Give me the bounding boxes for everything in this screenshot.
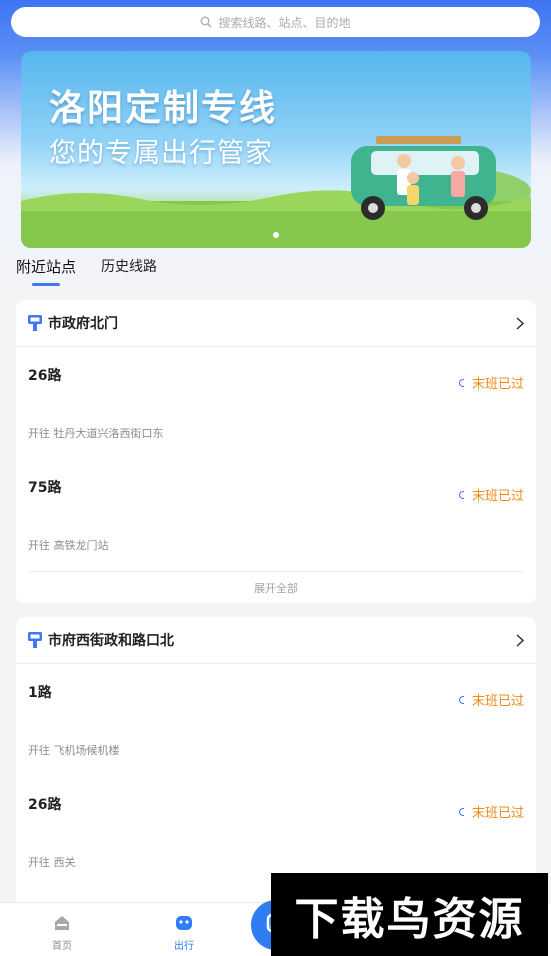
tab-history-routes[interactable]: 历史线路 bbox=[101, 256, 157, 286]
tab-home-label: 首页 bbox=[52, 941, 72, 952]
tab-travel[interactable]: 出行 bbox=[164, 915, 204, 952]
search-bar[interactable]: 搜索线路、站点、目的地 bbox=[11, 7, 540, 37]
route-direction: 开往 牡丹大道兴洛西街口东 bbox=[28, 427, 164, 440]
route-item[interactable]: 75路 末班已过 开往 高铁龙门站 bbox=[28, 459, 524, 571]
watermark: 下载鸟资源 bbox=[271, 873, 548, 956]
search-icon bbox=[200, 16, 212, 28]
route-item[interactable]: 26路 末班已过 开往 牡丹大道兴洛西街口东 bbox=[28, 347, 524, 459]
station-card: 市政府北门 26路 末班已过 开往 牡丹大道兴洛西街口东 75路 末班已过 开往… bbox=[16, 300, 536, 603]
station-card: 市府西街政和路口北 1路 末班已过 开往 飞机场候机楼 26路 末班已过 开往 … bbox=[16, 617, 536, 907]
tab-travel-label: 出行 bbox=[174, 941, 194, 952]
route-name: 26路 bbox=[28, 797, 62, 813]
station-header[interactable]: 市府西街政和路口北 bbox=[16, 617, 536, 664]
route-status: 末班已过 bbox=[458, 690, 524, 709]
route-item[interactable]: 1路 末班已过 开往 飞机场候机楼 bbox=[28, 664, 524, 776]
home-icon bbox=[55, 916, 69, 930]
search-placeholder: 搜索线路、站点、目的地 bbox=[218, 15, 351, 30]
route-name: 1路 bbox=[28, 685, 52, 701]
route-status: 末班已过 bbox=[458, 373, 524, 392]
route-status: 末班已过 bbox=[458, 802, 524, 821]
signal-icon bbox=[458, 695, 464, 704]
bus-stop-icon bbox=[28, 632, 42, 648]
route-name: 26路 bbox=[28, 368, 62, 384]
route-direction: 开往 飞机场候机楼 bbox=[28, 744, 120, 757]
promo-banner[interactable]: 洛阳定制专线 您的专属出行管家 bbox=[21, 51, 531, 248]
bus-stop-icon bbox=[28, 315, 42, 331]
station-name: 市政府北门 bbox=[48, 316, 118, 332]
route-status: 末班已过 bbox=[458, 485, 524, 504]
route-name: 75路 bbox=[28, 480, 62, 496]
route-item[interactable]: 26路 末班已过 开往 西关 bbox=[28, 776, 524, 888]
travel-icon bbox=[176, 916, 192, 930]
station-name: 市府西街政和路口北 bbox=[48, 633, 174, 649]
chevron-right-icon bbox=[516, 316, 524, 330]
station-header[interactable]: 市政府北门 bbox=[16, 300, 536, 347]
signal-icon bbox=[458, 807, 464, 816]
station-tabs: 附近站点 历史线路 bbox=[16, 256, 157, 286]
route-direction: 开往 高铁龙门站 bbox=[28, 539, 109, 552]
banner-pager-dot[interactable] bbox=[273, 232, 279, 238]
banner-subtitle: 您的专属出行管家 bbox=[49, 138, 273, 169]
signal-icon bbox=[458, 378, 464, 387]
expand-all-button[interactable]: 展开全部 bbox=[28, 571, 524, 605]
banner-title: 洛阳定制专线 bbox=[49, 88, 278, 129]
route-direction: 开往 西关 bbox=[28, 856, 76, 869]
tab-home[interactable]: 首页 bbox=[42, 915, 82, 952]
tab-nearby-stations[interactable]: 附近站点 bbox=[16, 256, 76, 286]
chevron-right-icon bbox=[516, 633, 524, 647]
signal-icon bbox=[458, 490, 464, 499]
